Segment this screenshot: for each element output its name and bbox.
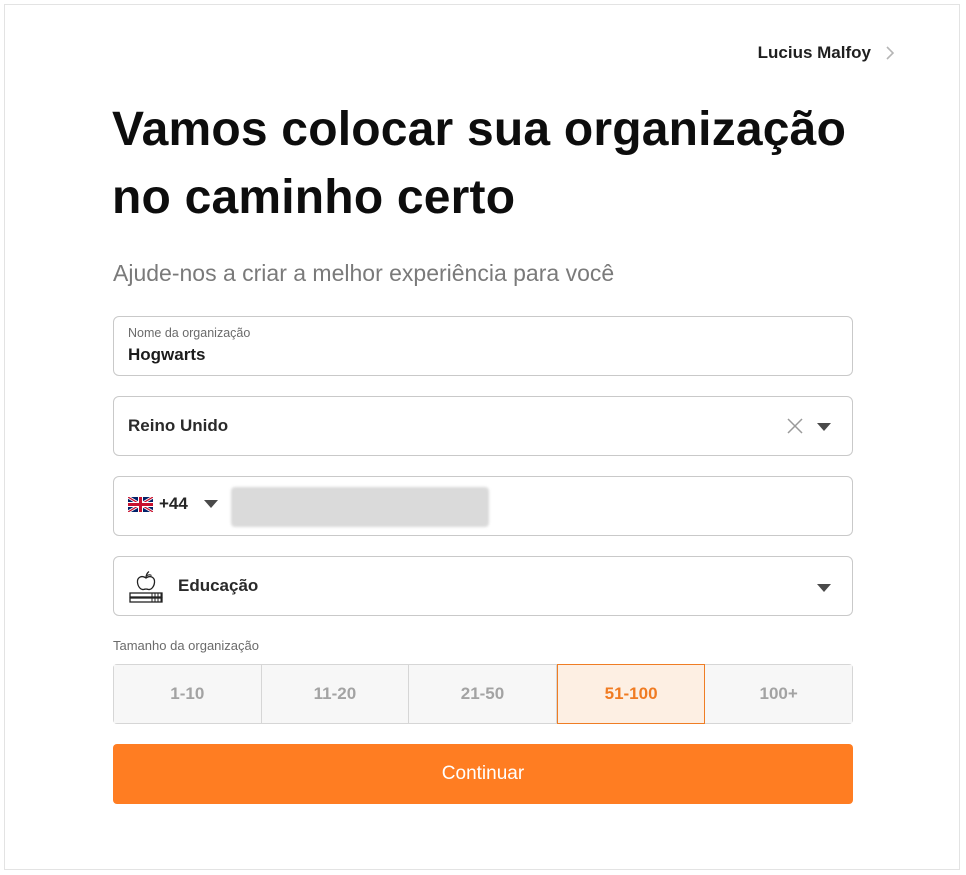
phone-country-selector[interactable]: +44 [128,494,218,514]
user-name: Lucius Malfoy [757,43,871,62]
chevron-down-icon [203,500,218,508]
country-value: Reino Unido [128,416,229,435]
uk-flag-icon [128,496,153,512]
chevron-down-icon[interactable] [817,423,831,431]
education-icon [129,570,163,603]
industry-select[interactable]: Educação [113,556,853,616]
size-option-51-100[interactable]: 51-100 [556,664,706,724]
size-option-100-plus[interactable]: 100+ [705,665,852,723]
page-subtitle: Ajude-nos a criar a melhor experiência p… [113,260,615,286]
size-option-1-10[interactable]: 1-10 [114,665,262,723]
organization-size-selector: 1-10 11-20 21-50 51-100 100+ [113,664,853,724]
organization-size-label: Tamanho da organização [113,638,259,653]
organization-name-value: Hogwarts [128,345,206,364]
page-title: Vamos colocar sua organização no caminho… [112,103,847,224]
dial-code: +44 [159,494,188,513]
phone-field[interactable]: +44 [113,476,853,536]
industry-value: Educação [178,576,259,595]
organization-name-field[interactable]: Nome da organização Hogwarts [113,316,853,376]
organization-name-label: Nome da organização [128,326,251,340]
country-select[interactable]: Reino Unido [113,396,853,456]
clear-icon[interactable] [786,417,804,435]
chevron-down-icon[interactable] [817,584,831,592]
phone-number-input[interactable] [231,487,489,527]
page-frame: Lucius Malfoy Vamos colocar sua organiza… [4,4,960,870]
user-menu-link[interactable]: Lucius Malfoy [758,43,897,63]
size-option-21-50[interactable]: 21-50 [409,665,557,723]
chevron-right-icon [886,46,895,60]
size-option-11-20[interactable]: 11-20 [261,665,410,723]
continue-button[interactable]: Continuar [113,744,853,804]
